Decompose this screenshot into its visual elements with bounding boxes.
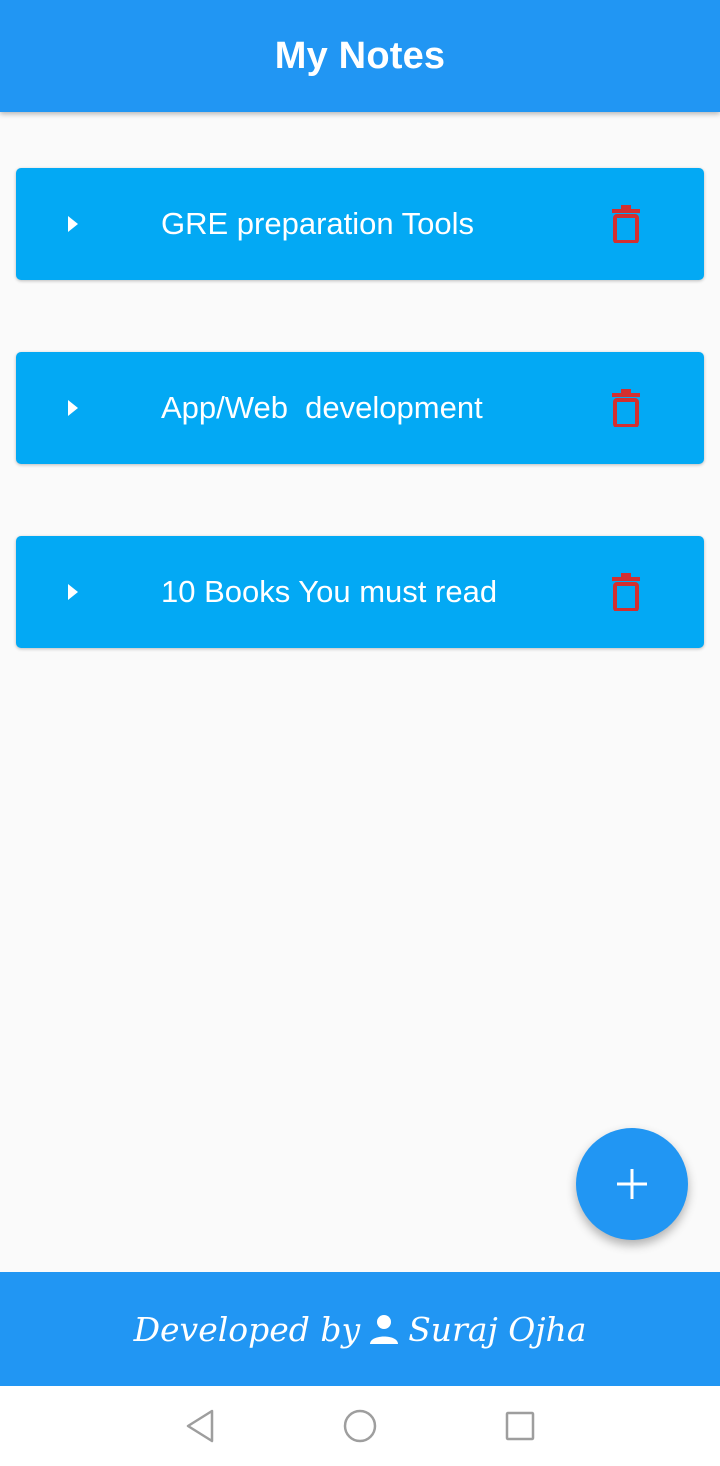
system-nav-bar bbox=[0, 1386, 720, 1466]
note-card-2[interactable]: App/Web development bbox=[16, 352, 704, 464]
back-nav-button[interactable] bbox=[178, 1404, 222, 1448]
delete-note-button[interactable] bbox=[600, 566, 652, 618]
footer-bar: Developed by Suraj Ojha bbox=[0, 1272, 720, 1386]
home-icon bbox=[343, 1409, 377, 1443]
note-card-1[interactable]: GRE preparation Tools bbox=[16, 168, 704, 280]
delete-note-button[interactable] bbox=[600, 198, 652, 250]
note-title: App/Web development bbox=[161, 390, 483, 425]
person-icon bbox=[370, 1315, 399, 1344]
trash-icon bbox=[612, 389, 640, 427]
delete-note-button[interactable] bbox=[600, 382, 652, 434]
note-title: GRE preparation Tools bbox=[161, 206, 475, 241]
footer-prefix: Developed by bbox=[133, 1309, 361, 1349]
page-title: My Notes bbox=[274, 34, 446, 77]
notes-screen: My Notes GRE preparation Tools App/Web d… bbox=[0, 0, 720, 1466]
arrow-right-icon[interactable] bbox=[66, 212, 80, 236]
recents-icon bbox=[505, 1411, 535, 1441]
note-card-3[interactable]: 10 Books You must read bbox=[16, 536, 704, 648]
recents-nav-button[interactable] bbox=[498, 1404, 542, 1448]
arrow-right-icon[interactable] bbox=[66, 580, 80, 604]
app-bar: My Notes bbox=[0, 0, 720, 112]
arrow-right-icon[interactable] bbox=[66, 396, 80, 420]
trash-icon bbox=[612, 205, 640, 243]
home-nav-button[interactable] bbox=[338, 1404, 382, 1448]
trash-icon bbox=[612, 573, 640, 611]
footer-credit: Developed by Suraj Ojha bbox=[134, 1310, 587, 1349]
back-icon bbox=[186, 1409, 214, 1443]
plus-icon bbox=[617, 1169, 647, 1199]
footer-author: Suraj Ojha bbox=[408, 1309, 587, 1349]
add-note-button[interactable] bbox=[576, 1128, 688, 1240]
note-title: 10 Books You must read bbox=[161, 574, 498, 609]
